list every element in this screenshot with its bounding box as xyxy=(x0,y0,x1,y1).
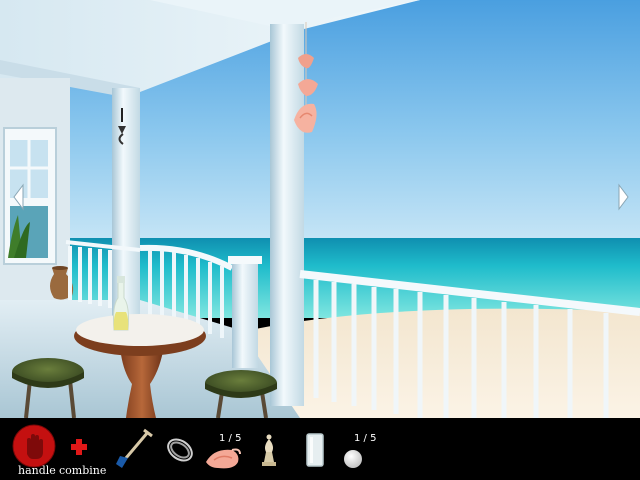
combine-button[interactable] xyxy=(68,436,90,458)
chess-bishop-icon xyxy=(262,434,276,466)
hand-icon xyxy=(12,424,56,468)
porch-post-main xyxy=(270,24,304,406)
shell-count: 1 / 5 xyxy=(219,433,242,444)
inventory-shovel[interactable] xyxy=(112,428,154,470)
game-stage: handle combine 1 / 5 1 / 5 xyxy=(0,0,640,480)
handle-button[interactable] xyxy=(10,424,58,468)
glass-icon xyxy=(306,433,324,467)
inventory-shell[interactable] xyxy=(204,444,242,474)
shell-icon xyxy=(206,448,241,469)
inventory-rope[interactable] xyxy=(162,432,198,468)
combine-label: combine xyxy=(59,464,107,477)
arrow-left-icon xyxy=(13,183,24,211)
arrow-right-icon xyxy=(618,183,629,211)
nav-right-arrow[interactable] xyxy=(612,180,634,214)
rope-icon xyxy=(167,438,193,462)
pearl-icon xyxy=(344,450,362,468)
plus-icon xyxy=(71,439,87,455)
shovel-icon xyxy=(116,428,153,468)
porch-post-left xyxy=(112,88,140,318)
inventory-toolbar: handle combine 1 / 5 1 / 5 xyxy=(0,418,640,480)
inventory-pearl[interactable] xyxy=(342,448,364,470)
handle-label: handle xyxy=(18,464,56,477)
pearl-count: 1 / 5 xyxy=(354,433,377,444)
porch-scene xyxy=(0,0,640,418)
inventory-bishop[interactable] xyxy=(258,432,280,470)
inventory-glass[interactable] xyxy=(304,432,326,468)
nav-left-arrow[interactable] xyxy=(8,180,30,214)
